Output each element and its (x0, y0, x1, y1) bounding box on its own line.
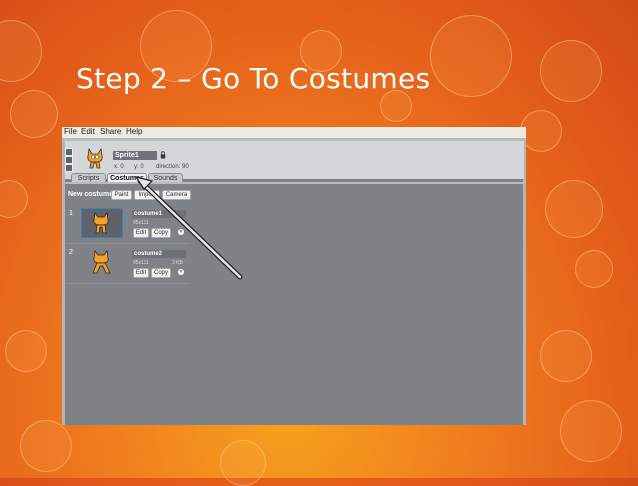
scratch-window: File Edit Share Help Sprite1 x: 0 y: 0 d… (62, 127, 526, 425)
bg-bubble (430, 15, 512, 97)
bg-bubble (10, 90, 58, 138)
bg-bubble (20, 420, 72, 472)
bg-bubble (520, 110, 562, 152)
bg-bubble (545, 180, 603, 238)
arrow-pointer-icon (134, 176, 243, 280)
bg-bubble (560, 400, 622, 462)
bg-bubble (575, 250, 613, 288)
bg-bubble (0, 20, 42, 82)
bg-bubble (5, 330, 47, 372)
bg-bubble (540, 330, 592, 382)
slide-title: Step 2 – Go To Costumes (76, 62, 431, 95)
bg-bubble (0, 180, 28, 218)
bg-bubble (540, 40, 602, 102)
bg-bubble (220, 440, 266, 486)
